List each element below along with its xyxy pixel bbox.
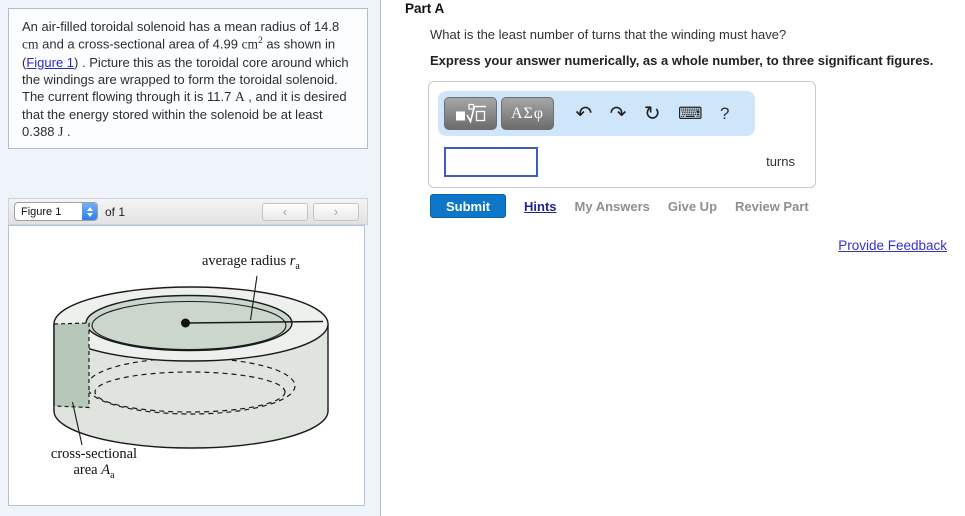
part-a-section: Part A What is the least number of turns… <box>382 0 965 516</box>
problem-text: An air-filled toroidal solenoid has a me… <box>22 19 340 34</box>
submit-button[interactable]: Submit <box>430 194 506 218</box>
center-dot <box>181 318 190 328</box>
keyboard-icon[interactable]: ⌨ <box>678 105 703 122</box>
average-radius-label: average radius ra <box>202 253 300 272</box>
figure-prev-button[interactable]: ‹ <box>262 202 308 221</box>
mastering-physics-page: An air-filled toroidal solenoid has a me… <box>0 0 965 516</box>
unit-cm: cm <box>22 36 39 52</box>
review-part-link[interactable]: Review Part <box>735 199 809 214</box>
figure-next-button[interactable]: › <box>313 202 359 221</box>
answer-unit-label: turns <box>766 154 795 169</box>
toolbar-icons: ↶ ↷ ↻ ⌨ ? <box>558 104 747 124</box>
redo-icon[interactable]: ↷ <box>610 104 627 124</box>
unit-cm2: cm <box>241 36 259 52</box>
answer-instruction: Express your answer numerically, as a wh… <box>430 53 934 68</box>
problem-text: and a cross-sectional area of 4.99 <box>38 36 242 52</box>
figure-nav-buttons: ‹ › <box>262 202 359 221</box>
equation-editor-icon <box>455 103 486 124</box>
figure-select-value: Figure 1 <box>21 205 62 218</box>
equation-toolbar: ΑΣφ ↶ ↷ ↻ ⌨ ? <box>438 91 755 136</box>
cross-sectional-area-label: cross-sectional area Aa <box>50 446 138 482</box>
hints-link[interactable]: Hints <box>524 199 557 214</box>
problem-statement: An air-filled toroidal solenoid has a me… <box>8 8 368 149</box>
figure-canvas: average radius ra cross-sectional area Aa <box>8 225 365 506</box>
answer-actions: Submit Hints My Answers Give Up Review P… <box>430 194 809 218</box>
figure-1-link[interactable]: Figure 1 <box>26 55 74 70</box>
greek-symbols-button[interactable]: ΑΣφ <box>501 97 554 130</box>
figure-select-dropdown[interactable]: Figure 1 <box>14 202 98 221</box>
part-title: Part A <box>405 1 445 16</box>
item-left-panel: An air-filled toroidal solenoid has a me… <box>0 0 381 516</box>
my-answers-link[interactable]: My Answers <box>575 199 650 214</box>
undo-icon[interactable]: ↶ <box>575 104 592 124</box>
select-stepper-icon <box>82 203 97 220</box>
provide-feedback-link[interactable]: Provide Feedback <box>838 238 947 253</box>
reset-icon[interactable]: ↻ <box>644 104 661 124</box>
answer-module: ΑΣφ ↶ ↷ ↻ ⌨ ? turns <box>428 81 816 188</box>
help-icon[interactable]: ? <box>720 105 729 122</box>
figure-toolbar: Figure 1 of 1 ‹ › <box>8 198 368 225</box>
give-up-link[interactable]: Give Up <box>668 199 717 214</box>
question-text: What is the least number of turns that t… <box>430 27 787 42</box>
problem-text: . <box>63 124 71 140</box>
unit-ampere: A <box>234 89 245 105</box>
answer-input[interactable] <box>444 147 538 177</box>
figure-count-label: of 1 <box>105 204 126 219</box>
equation-editor-button[interactable] <box>444 97 497 130</box>
